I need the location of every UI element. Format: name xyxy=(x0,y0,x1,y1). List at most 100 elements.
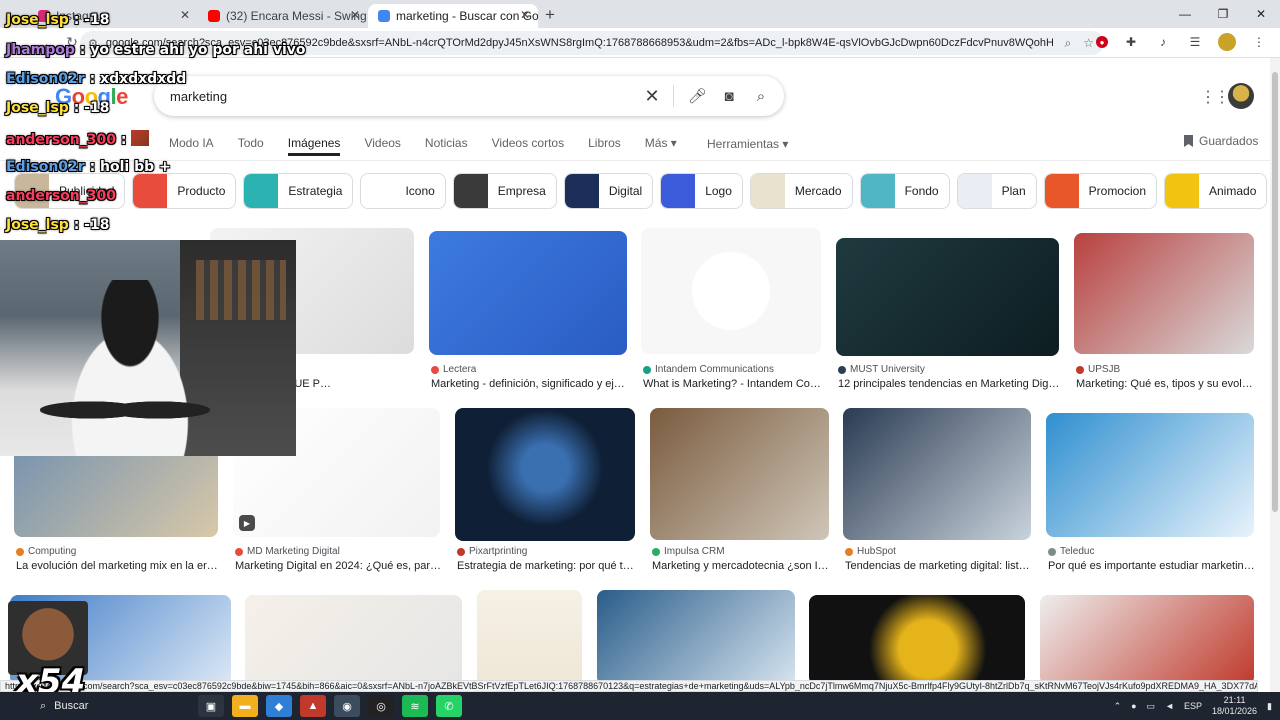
close-icon[interactable]: ✕ xyxy=(520,8,530,22)
result-thumbnail[interactable] xyxy=(836,238,1059,356)
result-source[interactable]: HubSpot xyxy=(845,546,1033,557)
zoom-icon[interactable]: ⌕ xyxy=(1065,36,1072,51)
chrome-taskbar-icon[interactable]: ◉ xyxy=(334,695,360,717)
notifications-icon[interactable]: ▮ xyxy=(1267,701,1272,712)
result-source[interactable]: UPSJB xyxy=(1076,364,1256,375)
profile-avatar-icon[interactable] xyxy=(1218,33,1236,51)
saved-button[interactable]: Guardados xyxy=(1184,134,1258,148)
tab-videos[interactable]: Videos xyxy=(364,136,400,156)
file-explorer-icon[interactable]: ▬ xyxy=(232,695,258,717)
media-controls-icon[interactable]: ♪ xyxy=(1154,33,1172,51)
result-thumbnail[interactable] xyxy=(809,595,1025,685)
clear-search-icon[interactable]: ✕ xyxy=(643,86,661,107)
result-source[interactable]: Pixartprinting xyxy=(457,546,637,557)
extensions-puzzle-icon[interactable]: ✚ xyxy=(1122,33,1140,51)
store-icon[interactable]: ◆ xyxy=(266,695,292,717)
result-title[interactable]: Estrategia de marketing: por qué t… xyxy=(457,560,637,572)
new-tab-button[interactable]: + xyxy=(538,3,562,27)
result-thumbnail[interactable] xyxy=(477,590,582,685)
chip-logo[interactable]: Logo xyxy=(660,173,743,209)
browser-tab-google[interactable]: marketing - Buscar con Google ✕ xyxy=(368,4,538,28)
microphone-icon[interactable]: 🎤︎ xyxy=(688,87,707,105)
tab-todo[interactable]: Todo xyxy=(238,136,264,156)
result-thumbnail[interactable] xyxy=(1046,413,1254,537)
account-avatar[interactable] xyxy=(1228,83,1254,109)
app-icon[interactable]: ▲ xyxy=(300,695,326,717)
result-thumbnail[interactable] xyxy=(455,408,635,541)
result-source[interactable]: MD Marketing Digital xyxy=(235,546,442,557)
result-title[interactable]: What is Marketing? - Intandem Co… xyxy=(643,378,823,390)
tab-videos-cortos[interactable]: Videos cortos xyxy=(492,136,565,156)
chip-icono[interactable]: Icono xyxy=(360,173,446,209)
reading-list-icon[interactable]: ☰ xyxy=(1186,33,1204,51)
tab-más[interactable]: Más ▾ xyxy=(645,136,677,156)
result-title[interactable]: Marketing Digital en 2024: ¿Qué es, par… xyxy=(235,560,442,572)
chip-empresa[interactable]: Empresa xyxy=(452,173,557,209)
tab-modo-ia[interactable]: Modo IA xyxy=(169,136,214,156)
minimize-button[interactable]: — xyxy=(1166,0,1204,28)
chip-digital[interactable]: Digital xyxy=(563,173,654,209)
result-title[interactable]: Marketing - definición, significado y ej… xyxy=(431,378,629,390)
spotify-icon[interactable]: ≋ xyxy=(402,695,428,717)
result-thumbnail[interactable] xyxy=(1040,595,1254,685)
result-thumbnail[interactable] xyxy=(843,408,1031,540)
taskbar-search[interactable]: ⌕ Buscar xyxy=(0,692,190,720)
chat-sticker-image xyxy=(130,129,151,147)
language-indicator[interactable]: ESP xyxy=(1184,701,1202,711)
lens-camera-icon[interactable]: ◙ xyxy=(720,88,738,105)
tab-imágenes[interactable]: Imágenes xyxy=(287,136,341,156)
bookmark-star-icon[interactable]: ☆ xyxy=(1083,36,1094,50)
result-title[interactable]: 12 principales tendencias en Marketing D… xyxy=(838,378,1061,390)
result-source[interactable]: Impulsa CRM xyxy=(652,546,831,557)
volume-icon[interactable]: ◄ xyxy=(1165,701,1174,711)
task-view-icon[interactable]: ▣ xyxy=(198,695,224,717)
result-source[interactable]: MUST University xyxy=(838,364,1061,375)
chip-plan[interactable]: Plan xyxy=(956,173,1037,209)
result-title[interactable]: Por qué es importante estudiar marketin… xyxy=(1048,560,1256,572)
system-tray: ⌃ ● ▭ ◄ ESP 21:11 18/01/2026 ▮ xyxy=(1114,692,1272,720)
result-source[interactable]: Intandem Communications xyxy=(643,364,823,375)
result-title[interactable]: La evolución del marketing mix en la er… xyxy=(16,560,220,572)
chip-promocion[interactable]: Promocion xyxy=(1043,173,1157,209)
clock-date: 18/01/2026 xyxy=(1212,706,1258,716)
browser-tab-youtube[interactable]: (32) Encara Messi - Swing Lynn ✕ xyxy=(198,4,368,28)
result-thumbnail[interactable] xyxy=(429,231,627,355)
tab-libros[interactable]: Libros xyxy=(588,136,621,156)
obs-icon[interactable]: ◎ xyxy=(368,695,394,717)
google-icon xyxy=(378,10,390,22)
search-box[interactable]: marketing ✕ 🎤︎ ◙ ⌕ xyxy=(154,76,784,116)
chip-mercado[interactable]: Mercado xyxy=(749,173,853,209)
close-icon[interactable]: ✕ xyxy=(180,8,190,22)
microphone-tray-icon[interactable]: ● xyxy=(1131,701,1136,711)
adblock-extension-icon[interactable]: ● xyxy=(1096,36,1108,48)
chrome-menu-icon[interactable]: ⋮ xyxy=(1250,33,1268,51)
scrollbar-thumb[interactable] xyxy=(1272,72,1278,512)
chip-animado[interactable]: Animado xyxy=(1164,173,1268,209)
close-icon[interactable]: ✕ xyxy=(350,8,360,22)
whatsapp-icon[interactable]: ✆ xyxy=(436,695,462,717)
result-source[interactable]: Lectera xyxy=(431,364,629,375)
result-thumbnail[interactable] xyxy=(650,408,829,540)
network-icon[interactable]: ▭ xyxy=(1147,701,1156,712)
close-window-button[interactable]: ✕ xyxy=(1242,0,1280,28)
result-source[interactable]: Computing xyxy=(16,546,220,557)
chip-producto[interactable]: Producto xyxy=(132,173,237,209)
result-thumbnail[interactable] xyxy=(245,595,462,685)
tools-button[interactable]: Herramientas ▾ xyxy=(707,137,788,151)
result-thumbnail[interactable] xyxy=(1074,233,1254,354)
chip-estrategia[interactable]: Estrategia xyxy=(243,173,354,209)
tray-chevron-icon[interactable]: ⌃ xyxy=(1114,701,1122,712)
result-thumbnail[interactable] xyxy=(641,228,821,354)
tab-title: marketing - Buscar con Google xyxy=(396,9,538,23)
search-input[interactable]: marketing xyxy=(170,89,629,104)
result-thumbnail[interactable] xyxy=(597,590,795,685)
maximize-button[interactable]: ❐ xyxy=(1204,0,1242,28)
result-title[interactable]: Marketing y mercadotecnia ¿son I… xyxy=(652,560,831,572)
result-title[interactable]: Tendencias de marketing digital: list… xyxy=(845,560,1033,572)
clock[interactable]: 21:11 18/01/2026 xyxy=(1212,695,1257,717)
chip-fondo[interactable]: Fondo xyxy=(859,173,950,209)
result-source[interactable]: Teleduc xyxy=(1048,546,1256,557)
search-icon[interactable]: ⌕ xyxy=(752,88,770,105)
tab-noticias[interactable]: Noticias xyxy=(425,136,468,156)
result-title[interactable]: Marketing: Qué es, tipos y su evol… xyxy=(1076,378,1256,390)
